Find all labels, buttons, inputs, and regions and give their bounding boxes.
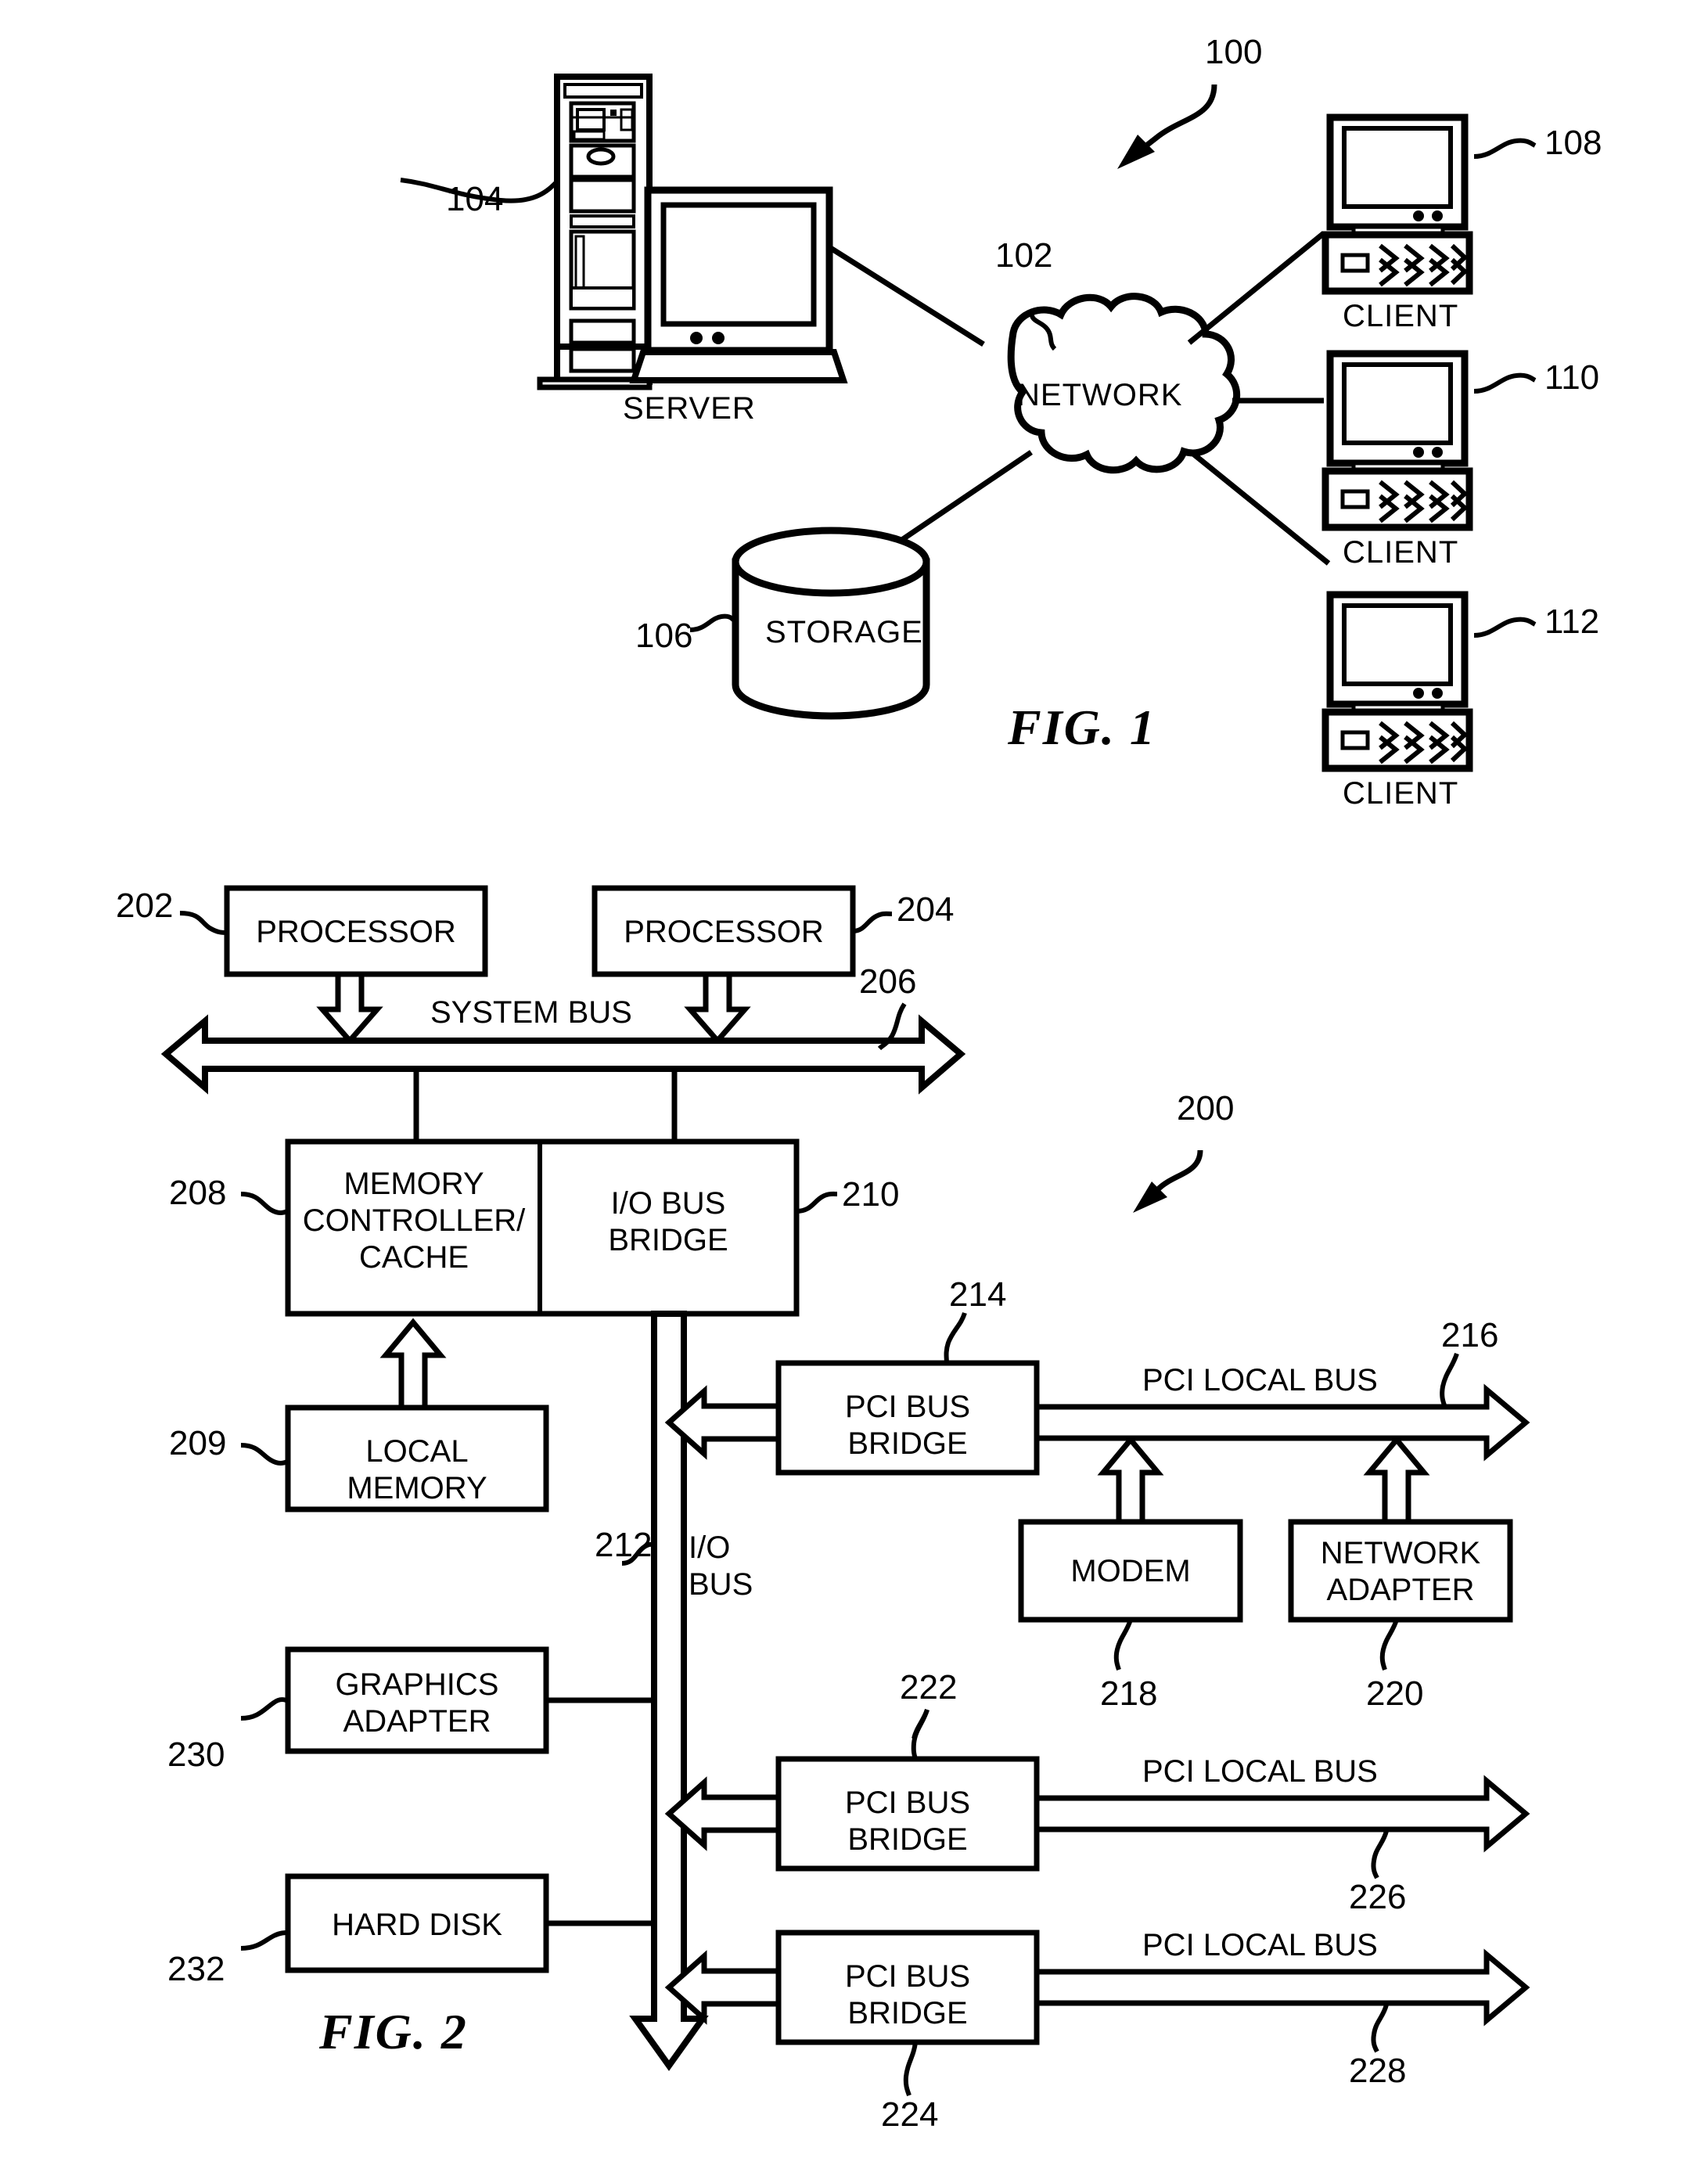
client-108-icon <box>1325 117 1469 291</box>
ref-232-leader <box>240 1930 289 1951</box>
ref-number-206: 206 <box>859 962 917 1001</box>
arrow-localmemory-to-memctrl <box>379 1318 447 1411</box>
ref-220-leader <box>1379 1619 1399 1671</box>
label-pci-local-bus-216: PCI LOCAL BUS <box>1142 1363 1378 1397</box>
ref-number-112: 112 <box>1544 602 1600 641</box>
ref-number-102: 102 <box>995 236 1053 275</box>
ref-number-230: 230 <box>167 1735 225 1774</box>
ref-216-leader <box>1440 1353 1459 1406</box>
arrow-processor202-to-systembus <box>316 971 383 1045</box>
label-pci-bus-bridge-224: PCI BUS BRIDGE <box>844 1959 971 2031</box>
ref-210-leader <box>796 1191 838 1214</box>
label-hard-disk: HARD DISK <box>332 1908 502 1942</box>
patent-drawing-sheet: 100 104 SERVER 102 NETWORK 106 STORAGE 1… <box>0 0 1708 2176</box>
ref-number-104: 104 <box>446 180 504 218</box>
ref-number-212: 212 <box>595 1526 653 1564</box>
link-network-client112 <box>1191 451 1331 566</box>
caption-client-108: CLIENT <box>1343 299 1459 333</box>
ref-226-leader <box>1371 1830 1389 1879</box>
client-112-icon <box>1325 595 1469 768</box>
caption-client-112: CLIENT <box>1343 776 1459 811</box>
bus-pci-local-226 <box>1034 1775 1530 1853</box>
label-memory-controller: MEMORY CONTROLLER/ CACHE <box>302 1167 526 1275</box>
ref-number-222: 222 <box>900 1668 958 1707</box>
label-pci-local-bus-228: PCI LOCAL BUS <box>1142 1928 1378 1962</box>
figure-label-2: FIG. 2 <box>319 2004 468 2059</box>
ref-112-leader <box>1473 617 1537 638</box>
bus-system-206 <box>160 1014 966 1095</box>
ref-number-202: 202 <box>116 887 174 925</box>
ref-number-210: 210 <box>842 1175 900 1214</box>
ref-202-leader <box>179 911 228 935</box>
ref-200-leader <box>1133 1149 1203 1213</box>
ref-number-226: 226 <box>1349 1878 1407 1916</box>
server-tower-icon <box>537 74 653 390</box>
label-modem: MODEM <box>1070 1554 1191 1588</box>
ref-number-106: 106 <box>635 617 693 655</box>
ref-number-220: 220 <box>1366 1674 1424 1713</box>
ref-number-200: 200 <box>1177 1089 1235 1128</box>
figure-label-1: FIG. 1 <box>1008 700 1156 755</box>
ref-number-110: 110 <box>1544 358 1600 397</box>
ref-number-204: 204 <box>897 890 955 929</box>
bus-pci-local-228 <box>1034 1948 1530 2027</box>
label-processor-204: PROCESSOR <box>624 915 824 949</box>
caption-network: NETWORK <box>1017 378 1183 412</box>
caption-storage: STORAGE <box>765 615 923 649</box>
link-network-client108 <box>1187 231 1326 345</box>
server-monitor-icon <box>629 186 848 383</box>
ref-106-leader <box>689 613 737 632</box>
ref-214-leader <box>944 1311 967 1364</box>
ref-number-232: 232 <box>167 1950 225 1988</box>
arrow-networkadapter-to-pcibus216 <box>1363 1435 1430 1525</box>
arrow-processor204-to-systembus <box>684 971 751 1045</box>
bus-pci-local-216 <box>1034 1383 1530 1462</box>
arrow-modem-to-pcibus216 <box>1097 1435 1164 1525</box>
caption-client-110: CLIENT <box>1343 535 1459 570</box>
ref-230-leader <box>240 1697 289 1721</box>
ref-209-leader <box>240 1443 289 1466</box>
ref-number-100: 100 <box>1205 33 1263 71</box>
ref-number-108: 108 <box>1544 124 1602 162</box>
ref-number-218: 218 <box>1100 1674 1158 1713</box>
ref-204-leader <box>852 911 893 933</box>
ref-number-228: 228 <box>1349 2052 1407 2090</box>
ref-number-216: 216 <box>1441 1316 1499 1354</box>
ref-number-214: 214 <box>949 1275 1007 1314</box>
link-server-network <box>828 245 985 347</box>
ref-228-leader <box>1371 2004 1389 2053</box>
ref-number-208: 208 <box>169 1174 227 1212</box>
ref-100-leader <box>1117 84 1217 169</box>
label-network-adapter: NETWORK ADAPTER <box>1320 1536 1481 1608</box>
label-system-bus: SYSTEM BUS <box>430 995 632 1030</box>
client-110-icon <box>1325 354 1469 527</box>
label-pci-local-bus-226: PCI LOCAL BUS <box>1142 1754 1378 1789</box>
label-io-bus: I/O BUS <box>689 1530 753 1602</box>
ref-number-209: 209 <box>169 1424 227 1462</box>
ref-208-leader <box>240 1192 289 1215</box>
ref-110-leader <box>1473 372 1537 394</box>
label-graphics-adapter: GRAPHICS ADAPTER <box>335 1667 499 1739</box>
label-pci-bus-bridge-214: PCI BUS BRIDGE <box>844 1390 971 1462</box>
ref-number-224: 224 <box>881 2095 939 2134</box>
label-processor-202: PROCESSOR <box>256 915 456 949</box>
ref-224-leader <box>903 2041 918 2096</box>
ref-218-leader <box>1113 1619 1133 1671</box>
caption-server: SERVER <box>623 391 756 426</box>
label-io-bus-bridge: I/O BUS BRIDGE <box>608 1186 728 1258</box>
ref-108-leader <box>1473 138 1537 159</box>
label-pci-bus-bridge-222: PCI BUS BRIDGE <box>844 1786 971 1858</box>
label-local-memory: LOCAL MEMORY <box>347 1434 487 1506</box>
